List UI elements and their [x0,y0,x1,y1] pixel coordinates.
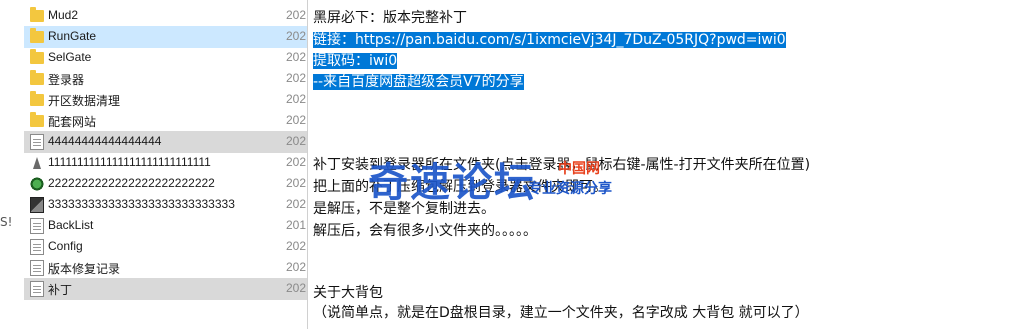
doc-line: 补丁安装到登录器所在文件夹(点击登录器，鼠标右键-属性-打开文件夹所在位置) [313,157,811,173]
file-date: 202 [286,239,307,253]
folder-icon [30,112,44,127]
folder-icon [30,28,44,43]
text-document[interactable]: 黑屏必下：版本完整补丁 链接：https://pan.baidu.com/s/1… [307,0,1028,329]
share-link[interactable]: 链接：https://pan.baidu.com/s/1ixmcieVj34J_… [313,32,786,48]
file-date: 202 [286,281,307,295]
file-name: 3333333333333333333333333333 [48,197,235,211]
clipped-text: S! [0,215,13,229]
game-app-icon [30,176,44,192]
doc-line: 关于大背包 [313,285,383,301]
file-name: Mud2 [48,8,79,22]
file-date: 202 [286,8,307,22]
list-item[interactable]: Mud2 202 [24,5,307,27]
list-item[interactable]: 补丁 202 [24,278,307,300]
list-item[interactable]: 版本修复记录 202 [24,257,307,279]
file-date: 202 [286,29,307,43]
file-date: 202 [286,197,307,211]
file-name: Config [48,239,83,253]
file-name: SelGate [48,50,92,64]
file-name: 2222222222222222222222222 [48,176,215,190]
folder-icon [30,7,44,22]
folder-icon [30,49,44,64]
file-date: 202 [286,260,307,274]
file-name: 1111111111111111111111111111 [48,155,211,169]
file-date: 202 [286,50,307,64]
list-item[interactable]: 44444444444444444 202 [24,131,307,153]
file-name: 补丁 [48,283,73,297]
file-explorer-list: Mud2 202 RunGate 202 SelGate 202 登录器 202… [0,0,307,329]
list-item[interactable]: RunGate 202 [24,26,307,48]
file-date: 202 [286,134,307,148]
file-name: 开区数据清理 [48,94,121,108]
list-item[interactable]: BackList 201 [24,215,307,237]
text-file-icon [30,281,44,297]
list-item[interactable]: 配套网站 202 [24,110,307,132]
file-name: 44444444444444444 [48,134,162,148]
folder-icon [30,70,44,85]
list-item[interactable]: 登录器 202 [24,68,307,90]
file-date: 202 [286,113,307,127]
text-file-icon [30,218,44,234]
config-file-icon [30,239,44,255]
file-date: 202 [286,71,307,85]
dark-app-icon [30,197,44,213]
app-icon [30,155,44,171]
file-name: RunGate [48,29,97,43]
list-item[interactable]: 3333333333333333333333333333 202 [24,194,307,216]
folder-icon [30,91,44,106]
list-item[interactable]: 1111111111111111111111111111 202 [24,152,307,174]
file-name: 配套网站 [48,115,97,129]
file-name: BackList [48,218,94,232]
list-item[interactable]: SelGate 202 [24,47,307,69]
file-date: 202 [286,176,307,190]
doc-line: 黑屏必下：版本完整补丁 [313,10,467,26]
file-name: 版本修复记录 [48,262,121,276]
doc-line: 解压后，会有很多小文件夹的。。。。。 [313,223,537,239]
text-file-icon [30,134,44,150]
list-item[interactable]: Config 202 [24,236,307,258]
doc-line: （说简单点，就是在D盘根目录，建立一个文件夹，名字改成 大背包 就可以了） [313,305,809,321]
share-source: --来自百度网盘超级会员V7的分享 [313,74,524,90]
extract-code: 提取码：iwi0 [313,53,398,69]
list-item[interactable]: 开区数据清理 202 [24,89,307,111]
file-date: 202 [286,155,307,169]
file-date: 201 [286,218,307,232]
text-file-icon [30,260,44,276]
doc-line: 是解压，不是整个复制进去。 [313,201,495,217]
file-name: 登录器 [48,73,85,87]
file-date: 202 [286,92,307,106]
list-item[interactable]: 2222222222222222222222222 202 [24,173,307,195]
doc-line: 把上面的补丁压缩包解压到登录器文件夹即可。 [313,179,607,195]
